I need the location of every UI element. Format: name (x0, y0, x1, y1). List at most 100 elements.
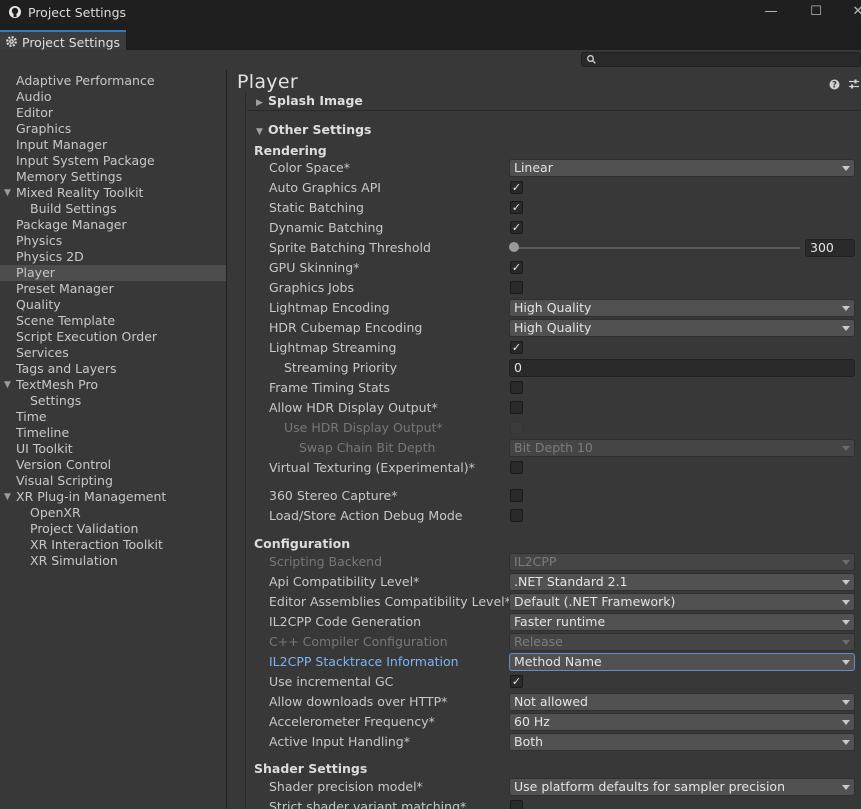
hdr-cubemap-encoding-dropdown[interactable]: High Quality (509, 319, 855, 337)
chevron-down-icon (842, 660, 850, 665)
minimize-button[interactable]: — (761, 3, 781, 23)
gear-icon (6, 36, 17, 47)
shader-precision-model-dropdown[interactable]: Use platform defaults for sampler precis… (509, 778, 855, 796)
settings-sliders-icon[interactable] (848, 78, 860, 90)
lightmap-encoding-dropdown[interactable]: High Quality (509, 299, 855, 317)
sidebar-item-script-execution-order[interactable]: Script Execution Order (0, 329, 226, 345)
dynamic-batching-checkbox[interactable]: ✓ (510, 221, 523, 234)
sidebar-item-quality[interactable]: Quality (0, 297, 226, 313)
lightmap-streaming-checkbox[interactable]: ✓ (510, 341, 523, 354)
sidebar-item-version-control[interactable]: Version Control (0, 457, 226, 473)
maximize-button[interactable]: ☐ (806, 3, 826, 23)
sidebar-item-ui-toolkit[interactable]: UI Toolkit (0, 441, 226, 457)
accelerometer-frequency-dropdown[interactable]: 60 Hz (509, 713, 855, 731)
il2cpp-stacktrace-dropdown[interactable]: Method Name (509, 653, 855, 671)
sidebar-item-label: XR Interaction Toolkit (30, 537, 163, 552)
tab-project-settings[interactable]: Project Settings (0, 30, 126, 52)
strict-shader-variant-checkbox[interactable] (510, 800, 523, 809)
auto-graphics-api-checkbox[interactable]: ✓ (510, 181, 523, 194)
field-label: Color Space* (269, 160, 350, 175)
stereo-capture-checkbox[interactable] (510, 489, 523, 502)
field-label: Accelerometer Frequency* (269, 714, 435, 729)
field-label: Lightmap Encoding (269, 300, 390, 315)
sidebar-item-adaptive-performance[interactable]: Adaptive Performance (0, 73, 226, 89)
foldout-label: Splash Image (268, 93, 363, 108)
search-input[interactable] (581, 52, 861, 67)
field-label: Api Compatibility Level* (269, 574, 420, 589)
graphics-jobs-checkbox[interactable] (510, 281, 523, 294)
row-allow-downloads-http: Allow downloads over HTTP* Not allowed (228, 692, 861, 712)
sidebar-item-project-validation[interactable]: Project Validation (0, 521, 226, 537)
allow-downloads-http-dropdown[interactable]: Not allowed (509, 693, 855, 711)
il2cpp-code-generation-dropdown[interactable]: Faster runtime (509, 613, 855, 631)
sidebar-item-preset-manager[interactable]: Preset Manager (0, 281, 226, 297)
chevron-down-icon (842, 640, 850, 645)
other-settings-foldout[interactable]: ▼ Other Settings (256, 122, 372, 137)
sidebar-item-editor[interactable]: Editor (0, 105, 226, 121)
tab-label: Project Settings (22, 35, 121, 50)
field-label: Graphics Jobs (269, 280, 354, 295)
use-incremental-gc-checkbox[interactable]: ✓ (510, 675, 523, 688)
sidebar-item-label: Services (16, 345, 69, 360)
use-hdr-display-output-checkbox (510, 421, 523, 434)
sprite-batching-slider-handle[interactable] (509, 242, 519, 252)
sidebar-item-openxr[interactable]: OpenXR (0, 505, 226, 521)
sidebar-item-graphics[interactable]: Graphics (0, 121, 226, 137)
sprite-batching-threshold-field[interactable]: 300 (805, 239, 855, 257)
sidebar-item-xr-plugin-management[interactable]: ▼ XR Plug-in Management (0, 489, 226, 505)
sidebar-item-textmesh-settings[interactable]: Settings (0, 393, 226, 409)
gpu-skinning-checkbox[interactable]: ✓ (510, 261, 523, 274)
splash-image-foldout[interactable]: ▶ Splash Image (256, 93, 363, 108)
sidebar-item-label: Script Execution Order (16, 329, 158, 344)
editor-assemblies-compat-dropdown[interactable]: Default (.NET Framework) (509, 593, 855, 611)
field-label: Shader precision model* (269, 779, 423, 794)
sidebar-item-input-system-package[interactable]: Input System Package (0, 153, 226, 169)
api-compatibility-level-dropdown[interactable]: .NET Standard 2.1 (509, 573, 855, 591)
active-input-handling-dropdown[interactable]: Both (509, 733, 855, 751)
settings-main-panel: Player ? ▶ Splash Image ▼ Other Settings R… (228, 70, 861, 809)
streaming-priority-field[interactable]: 0 (509, 359, 855, 377)
frame-timing-stats-checkbox[interactable] (510, 381, 523, 394)
sidebar-item-build-settings[interactable]: Build Settings (0, 201, 226, 217)
sidebar-item-services[interactable]: Services (0, 345, 226, 361)
sidebar-item-package-manager[interactable]: Package Manager (0, 217, 226, 233)
sidebar-item-physics[interactable]: Physics (0, 233, 226, 249)
help-icon[interactable]: ? (829, 79, 840, 90)
sidebar-item-physics-2d[interactable]: Physics 2D (0, 249, 226, 265)
load-store-action-debug-checkbox[interactable] (510, 509, 523, 522)
sprite-batching-slider-track[interactable] (514, 247, 800, 249)
sidebar-item-textmesh-pro[interactable]: ▼ TextMesh Pro (0, 377, 226, 393)
fold-arrow-icon[interactable]: ▼ (4, 377, 11, 393)
close-button[interactable]: ✕ (848, 3, 861, 23)
field-label: Use HDR Display Output* (284, 420, 443, 435)
fold-arrow-icon[interactable]: ▼ (4, 185, 11, 201)
allow-hdr-display-output-checkbox[interactable] (510, 401, 523, 414)
row-strict-shader-variant-matching: Strict shader variant matching* (228, 797, 861, 809)
sidebar-item-xr-simulation[interactable]: XR Simulation (0, 553, 226, 569)
sidebar-item-timeline[interactable]: Timeline (0, 425, 226, 441)
sidebar-item-player[interactable]: Player (0, 265, 226, 281)
sidebar-item-label: Timeline (16, 425, 70, 440)
sidebar-item-mixed-reality-toolkit[interactable]: ▼ Mixed Reality Toolkit (0, 185, 226, 201)
sidebar-item-scene-template[interactable]: Scene Template (0, 313, 226, 329)
sidebar-item-label: XR Simulation (30, 553, 118, 568)
unity-logo-icon (9, 6, 21, 18)
sidebar-item-memory-settings[interactable]: Memory Settings (0, 169, 226, 185)
field-label: Auto Graphics API (269, 180, 381, 195)
static-batching-checkbox[interactable]: ✓ (510, 201, 523, 214)
sidebar-item-input-manager[interactable]: Input Manager (0, 137, 226, 153)
fold-arrow-icon[interactable]: ▼ (4, 489, 11, 505)
color-space-dropdown[interactable]: Linear (509, 159, 855, 177)
sidebar-item-xr-interaction-toolkit[interactable]: XR Interaction Toolkit (0, 537, 226, 553)
sidebar-item-audio[interactable]: Audio (0, 89, 226, 105)
chevron-down-icon (842, 580, 850, 585)
virtual-texturing-checkbox[interactable] (510, 461, 523, 474)
sidebar-item-tags-and-layers[interactable]: Tags and Layers (0, 361, 226, 377)
page-title: Player (237, 71, 298, 93)
swap-chain-bit-depth-dropdown: Bit Depth 10 (509, 439, 855, 457)
dropdown-value: 60 Hz (514, 714, 550, 729)
field-label: Lightmap Streaming (269, 340, 397, 355)
dropdown-value: Faster runtime (514, 614, 606, 629)
sidebar-item-time[interactable]: Time (0, 409, 226, 425)
sidebar-item-visual-scripting[interactable]: Visual Scripting (0, 473, 226, 489)
